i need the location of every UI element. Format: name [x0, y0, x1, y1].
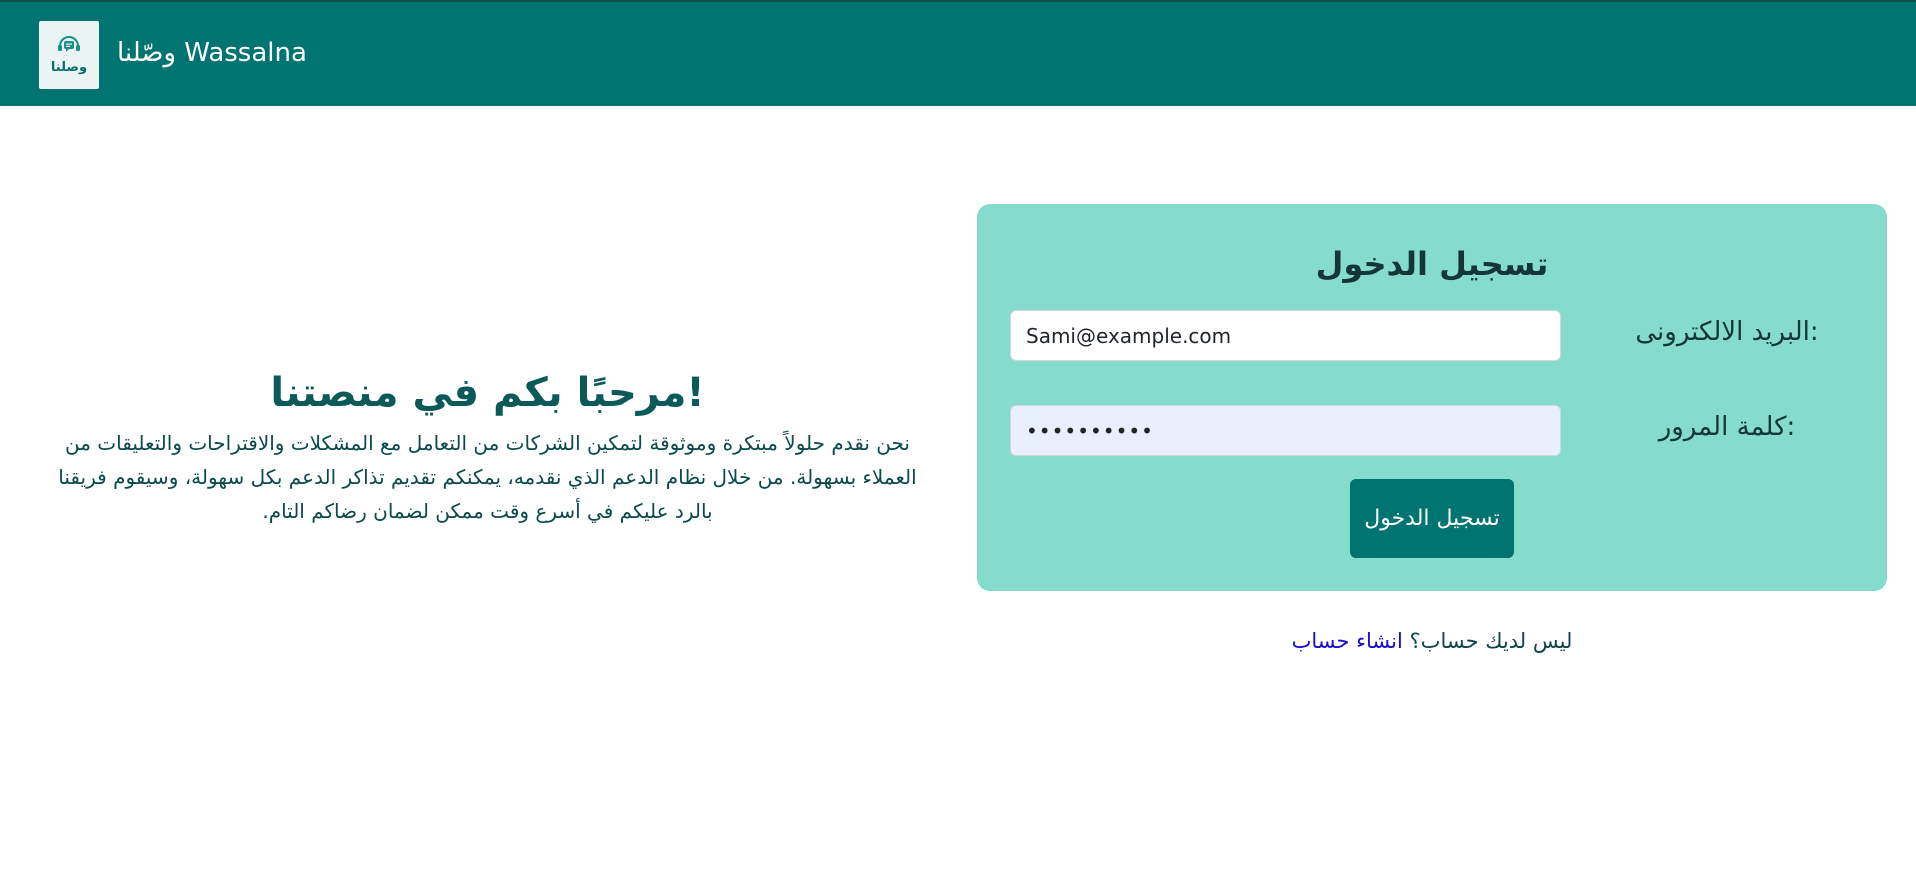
email-label: البريد الالكترونى:	[1635, 317, 1819, 347]
password-label: كلمة المرور:	[1658, 412, 1796, 442]
signup-prompt: ليس لديك حساب؟	[1409, 629, 1573, 653]
welcome-title: !مرحبًا بكم في منصتنا	[270, 370, 705, 416]
brand-name[interactable]: وصّلنا Wassalna	[117, 35, 307, 71]
brand-logo[interactable]: وصلنا	[39, 21, 99, 89]
login-button[interactable]: تسجيل الدخول	[1350, 479, 1514, 558]
login-card: تسجيل الدخول البريد الالكترونى: كلمة الم…	[977, 204, 1887, 591]
create-account-link[interactable]: انشاء حساب	[1292, 629, 1403, 653]
top-navbar: وصلنا وصّلنا Wassalna	[0, 0, 1916, 106]
welcome-section: !مرحبًا بكم في منصتنا نحن نقدم حلولاً مب…	[30, 360, 945, 528]
signup-row: ليس لديك حساب؟ انشاء حساب	[977, 624, 1887, 658]
welcome-description: نحن نقدم حلولاً مبتكرة وموثوقة لتمكين ال…	[58, 431, 917, 523]
email-field[interactable]	[1010, 310, 1561, 361]
login-title: تسجيل الدخول	[1315, 245, 1549, 283]
chat-support-icon	[57, 35, 81, 58]
logo-text: وصلنا	[50, 59, 88, 75]
password-field[interactable]	[1010, 405, 1561, 456]
